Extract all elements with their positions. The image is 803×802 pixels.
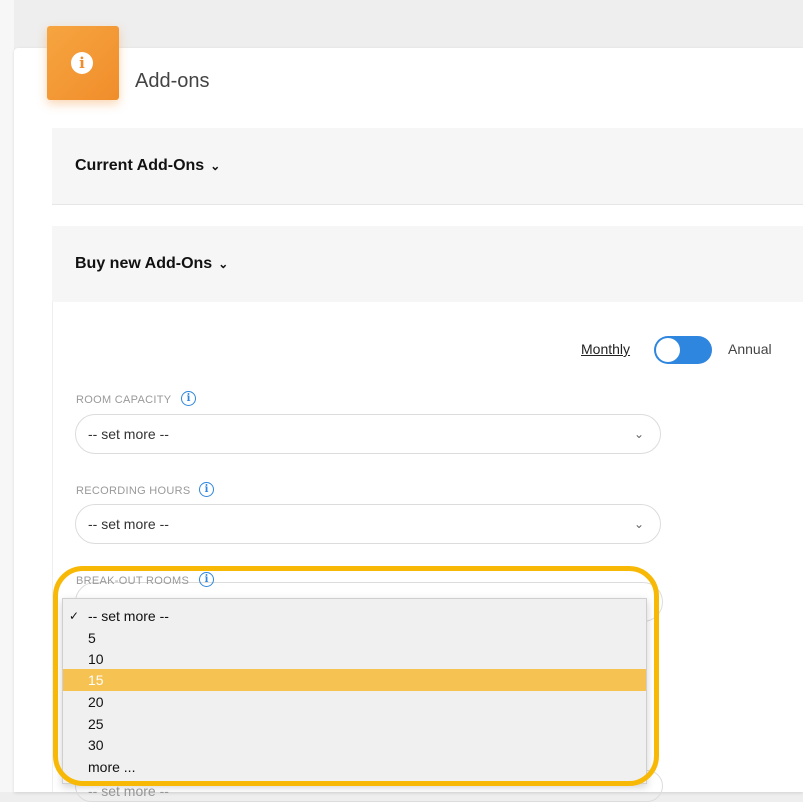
room-capacity-label: ROOM CAPACITY: [76, 394, 172, 406]
current-addons-header[interactable]: Current Add-Ons ⌄: [75, 157, 220, 175]
buy-addons-header[interactable]: Buy new Add-Ons ⌄: [75, 255, 228, 273]
toggle-knob: [656, 338, 680, 362]
billing-monthly-label[interactable]: Monthly: [581, 341, 630, 357]
info-icon[interactable]: i: [199, 482, 214, 497]
left-edge: [0, 0, 14, 792]
info-icon[interactable]: i: [181, 391, 196, 406]
recording-hours-select[interactable]: -- set more -- ⌄: [75, 504, 661, 544]
billing-annual-label[interactable]: Annual: [728, 341, 772, 357]
chevron-down-icon: ⌄: [633, 427, 644, 441]
current-addons-section[interactable]: Current Add-Ons ⌄: [52, 128, 803, 205]
current-addons-label: Current Add-Ons: [75, 157, 205, 174]
buy-addons-label: Buy new Add-Ons: [75, 255, 213, 272]
select-value: -- set more --: [88, 516, 169, 532]
recording-hours-label: RECORDING HOURS: [76, 485, 191, 497]
info-icon: i: [71, 52, 93, 74]
highlight-ring: [53, 566, 659, 786]
select-value: -- set more --: [88, 426, 169, 442]
chevron-down-icon: ⌄: [218, 256, 229, 271]
room-capacity-select[interactable]: -- set more -- ⌄: [75, 414, 661, 454]
billing-toggle[interactable]: [654, 336, 712, 364]
chevron-down-icon: ⌄: [633, 517, 644, 531]
chevron-down-icon: ⌄: [210, 158, 221, 173]
buy-addons-section[interactable]: Buy new Add-Ons ⌄: [52, 226, 803, 303]
page-title: Add-ons: [135, 70, 210, 92]
